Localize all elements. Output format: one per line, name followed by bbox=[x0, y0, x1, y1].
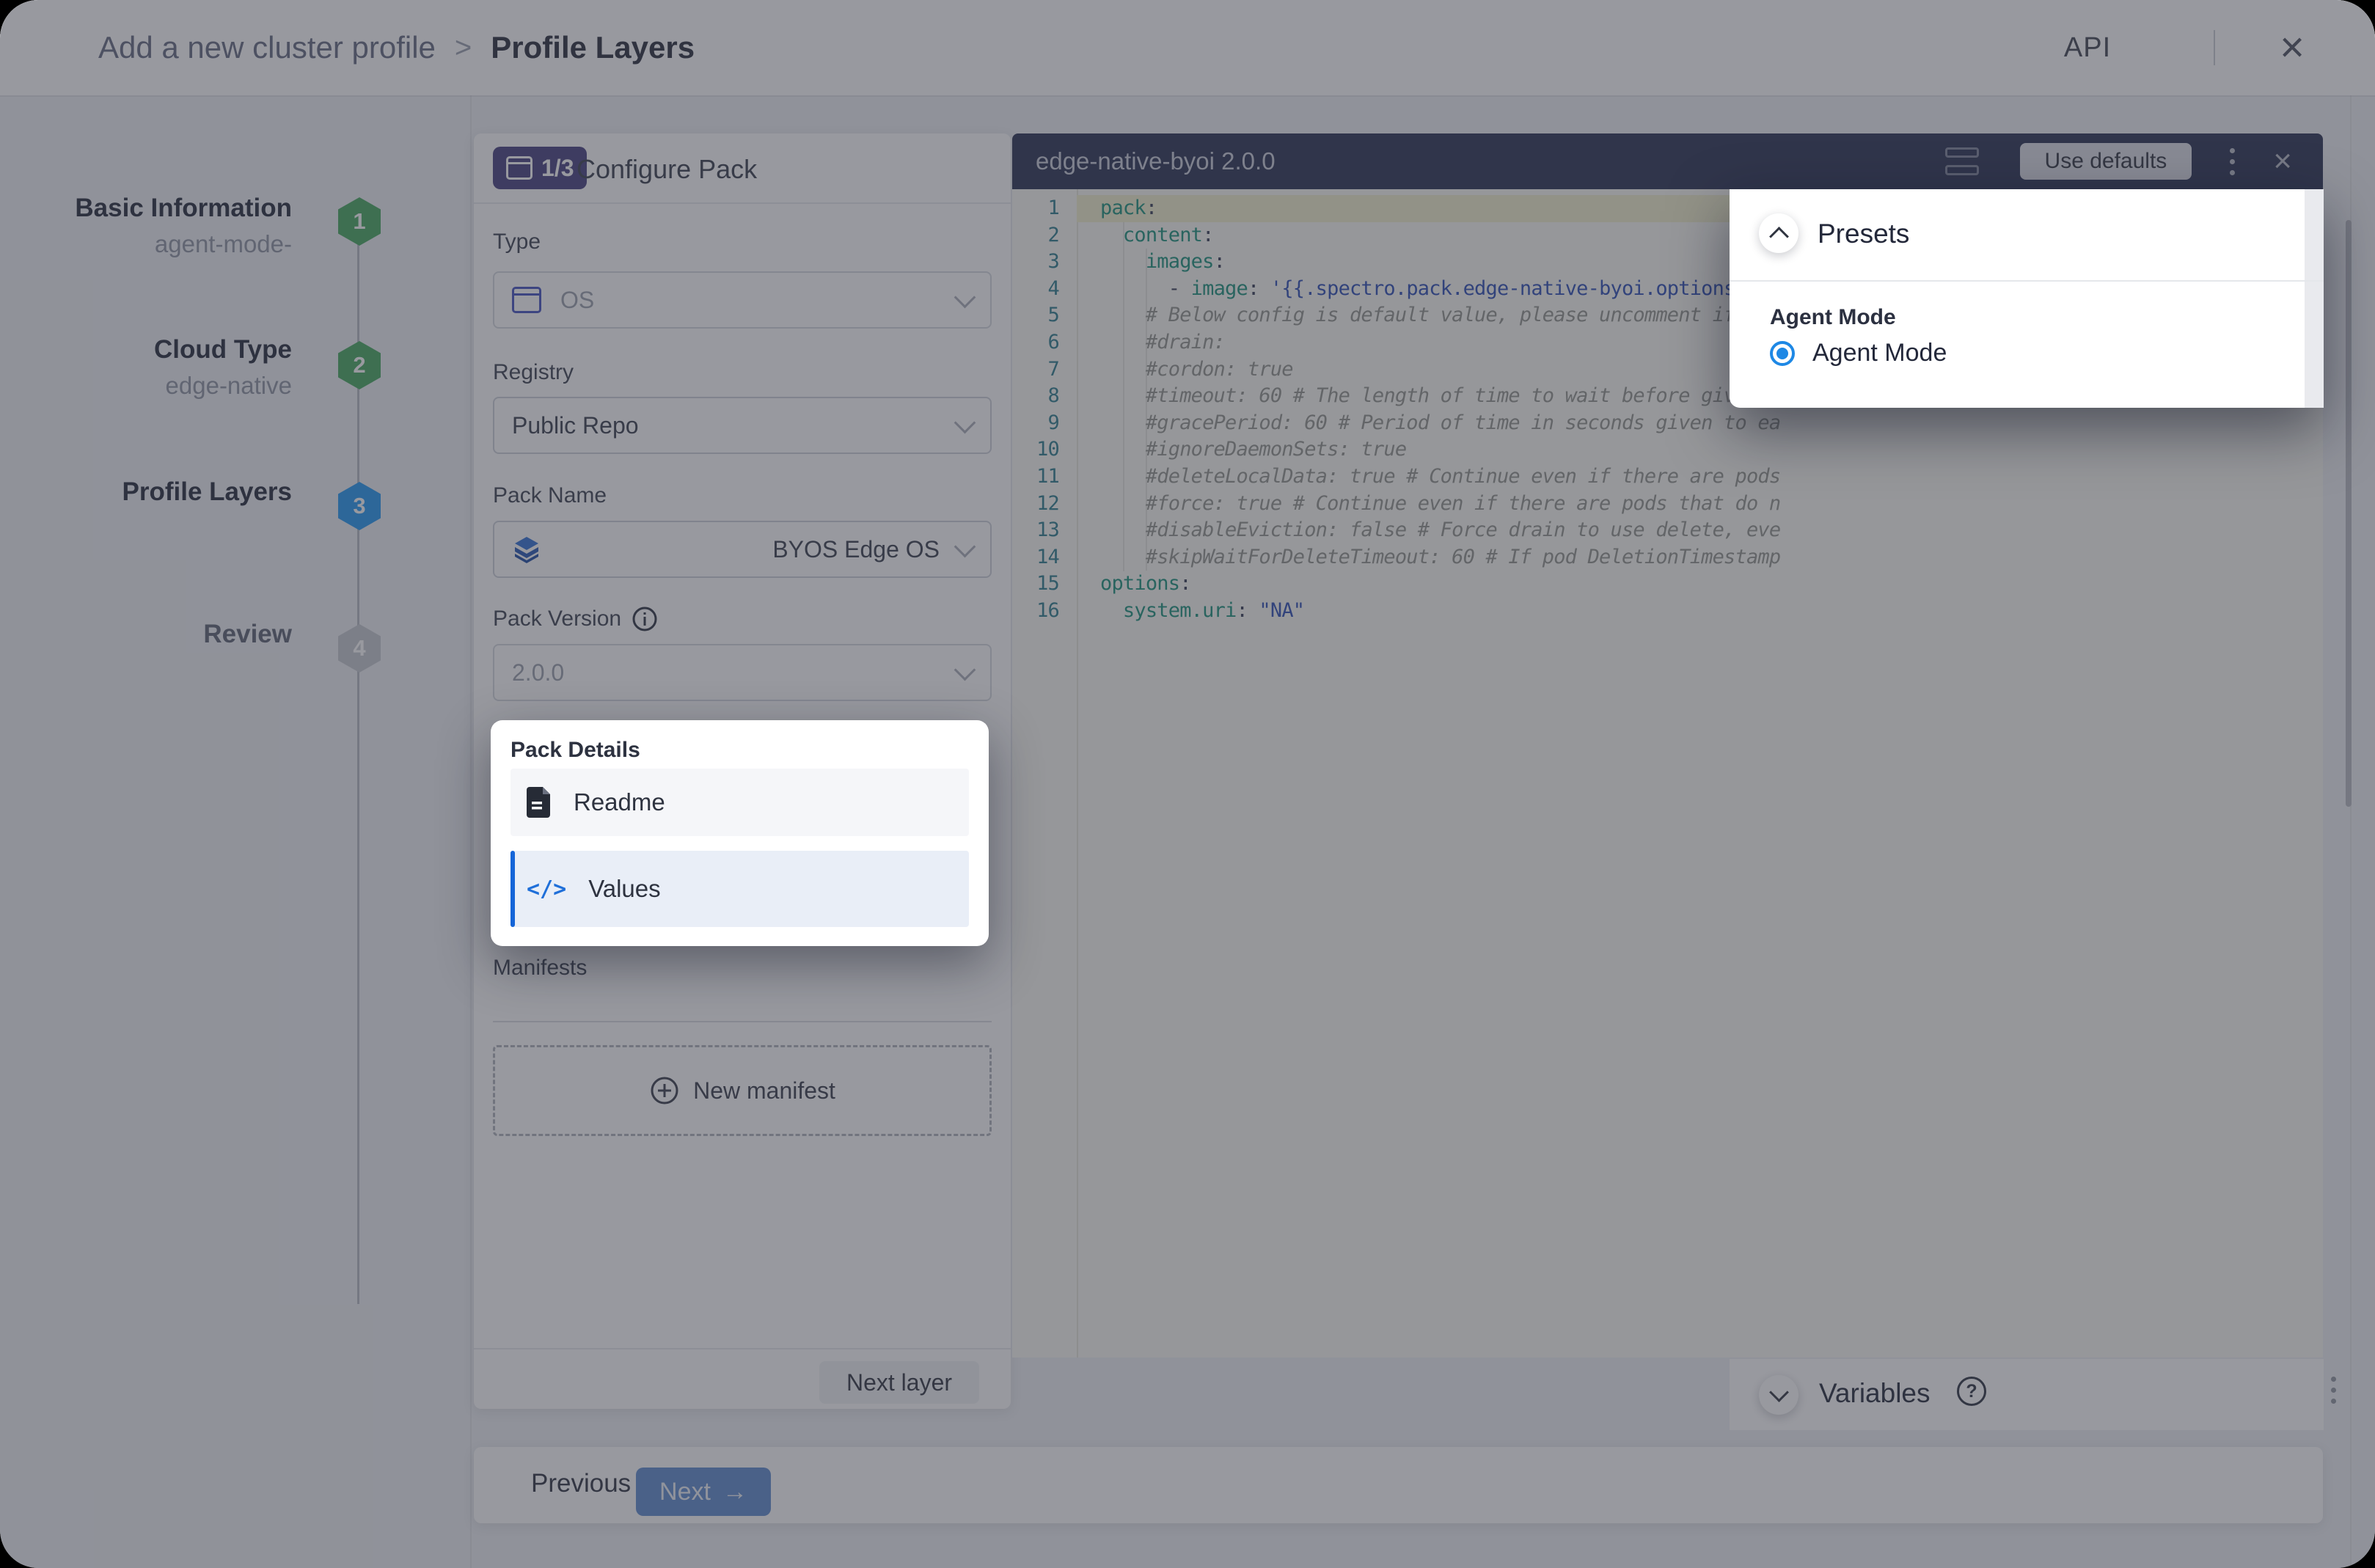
pack-details-item-values[interactable]: </> Values bbox=[511, 851, 969, 927]
pack-details-title: Pack Details bbox=[511, 738, 640, 762]
pack-details-item-label: Readme bbox=[574, 788, 665, 816]
pack-details-item-readme[interactable]: Readme bbox=[511, 769, 969, 836]
pack-details-popup: Pack Details Readme </> Values bbox=[491, 720, 989, 946]
document-icon bbox=[527, 787, 550, 818]
presets-panel: Presets Agent Mode Agent Mode bbox=[1730, 189, 2324, 408]
chevron-up-icon bbox=[1768, 226, 1789, 246]
presets-divider bbox=[1730, 280, 2324, 282]
presets-collapse-button[interactable] bbox=[1759, 213, 1798, 253]
radio-button[interactable] bbox=[1770, 340, 1795, 366]
radio-label: Agent Mode bbox=[1812, 339, 1947, 367]
app-window: Add a new cluster profile > Profile Laye… bbox=[0, 0, 2375, 1568]
presets-title: Presets bbox=[1818, 219, 1910, 249]
pack-details-item-label: Values bbox=[588, 875, 661, 902]
preset-option-agent-mode[interactable]: Agent Mode bbox=[1770, 339, 1947, 367]
preset-group-label: Agent Mode bbox=[1770, 305, 1896, 329]
code-icon: </> bbox=[527, 876, 567, 902]
selected-indicator-bar bbox=[511, 851, 515, 927]
presets-scroll-track[interactable] bbox=[2305, 189, 2324, 408]
